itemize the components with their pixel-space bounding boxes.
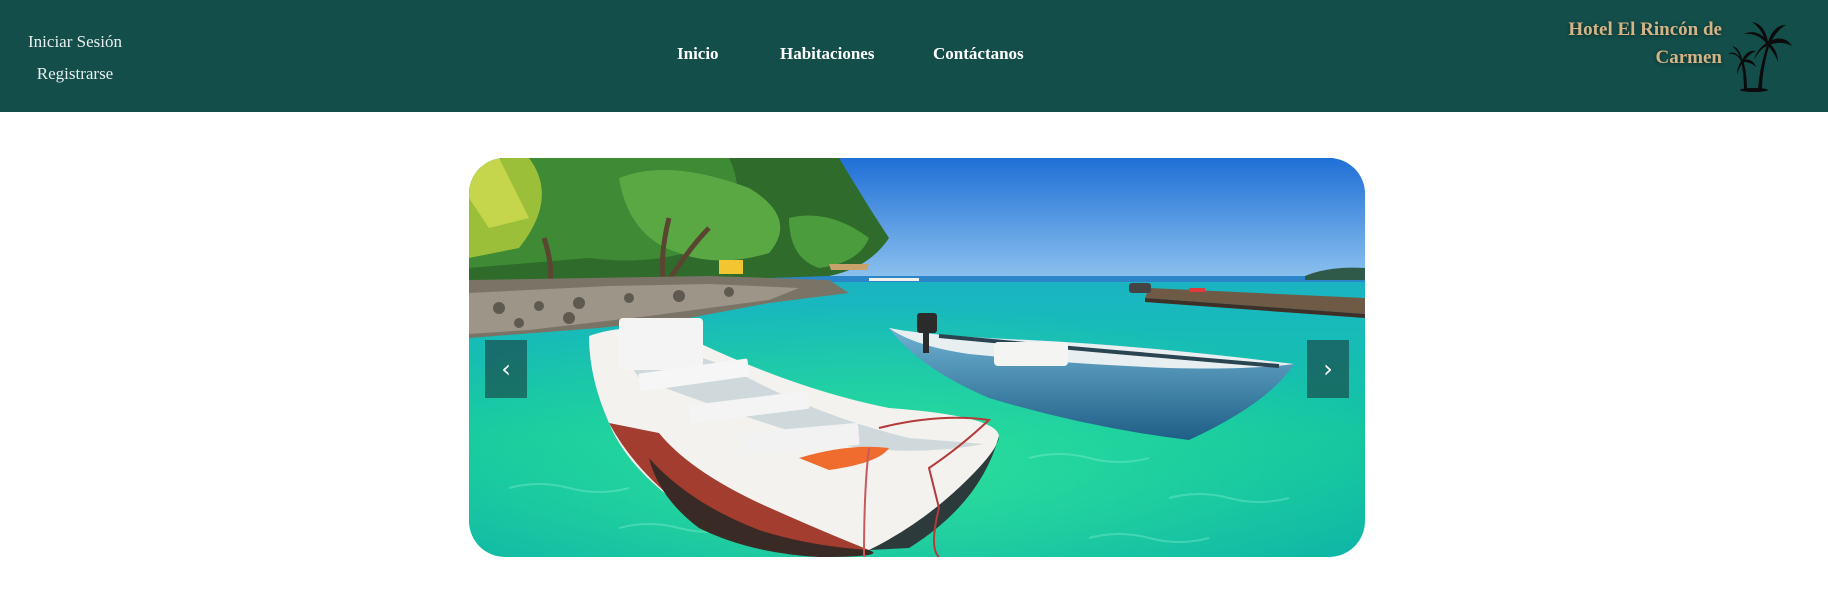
- carousel-prev-button[interactable]: ‹: [485, 340, 527, 398]
- palm-trees-icon: [1728, 22, 1792, 92]
- carousel-next-button[interactable]: ›: [1307, 340, 1349, 398]
- nav-habitaciones[interactable]: Habitaciones: [780, 44, 874, 64]
- chevron-left-icon: ‹: [501, 355, 511, 383]
- chevron-right-icon: ›: [1323, 355, 1333, 383]
- hotel-name: Hotel El Rincón de Carmen: [1568, 19, 1722, 68]
- nav-contactanos[interactable]: Contáctanos: [933, 44, 1024, 64]
- site-header: Iniciar Sesión Registrarse Inicio Habita…: [0, 0, 1828, 112]
- image-carousel: ‹ ›: [469, 158, 1365, 557]
- carousel-slide-image: [469, 158, 1365, 557]
- nav-inicio[interactable]: Inicio: [677, 44, 719, 64]
